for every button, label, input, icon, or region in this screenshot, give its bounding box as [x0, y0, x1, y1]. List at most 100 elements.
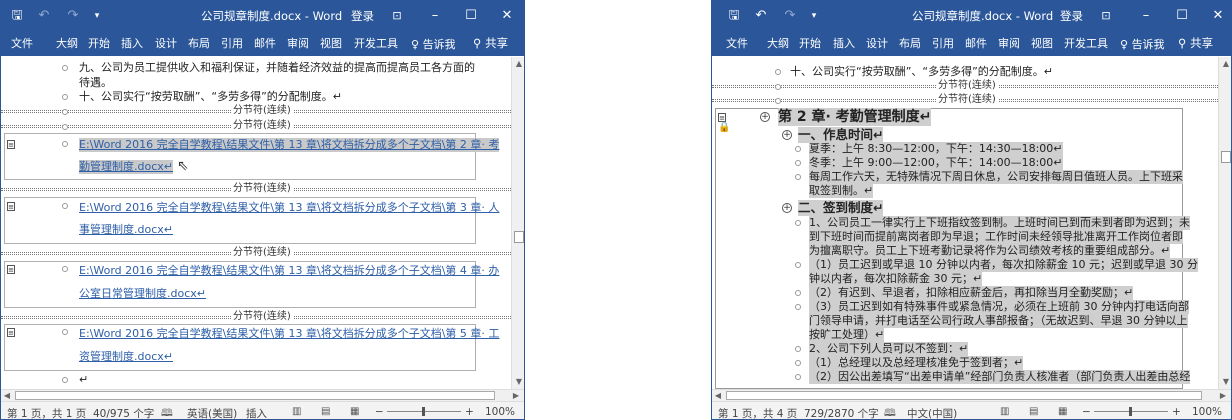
expand-chapter-icon[interactable]: + [760, 112, 770, 122]
redo-icon[interactable]: ↷ [782, 7, 798, 25]
share-button[interactable]: ⚲ 共享 [473, 35, 508, 51]
tell-me-box[interactable]: ♀ 告诉我 [1120, 36, 1165, 52]
page-count[interactable]: 第 1 页，共 4 页 [718, 406, 797, 419]
subdocument-link[interactable]: 事管理制度.docx↵ [79, 223, 173, 237]
ribbon-display-options-icon[interactable]: ⊡ [1096, 6, 1116, 26]
subdocument-link[interactable]: E:\Word 2016 完全自学教程\结果文件\第 13 章\将文档拆分成多个… [79, 201, 499, 215]
outline-bullet[interactable] [62, 329, 68, 335]
zoom-level[interactable]: 100% [485, 406, 515, 418]
tab-developer[interactable]: 开发工具 [1064, 36, 1108, 52]
outline-bullet[interactable] [795, 290, 801, 296]
word-count[interactable]: 40/975 个字 [93, 406, 154, 419]
document-area[interactable]: 十、公司实行“按劳取酬”、“多劳多得”的分配制度。↵ 分节符(连续) 分节符(连… [712, 57, 1218, 389]
web-layout-icon[interactable]: ▦ [350, 406, 359, 417]
scroll-down-icon[interactable]: ▼ [512, 375, 524, 389]
outline-bullet[interactable] [795, 146, 801, 152]
redo-icon[interactable]: ↷ [65, 7, 81, 25]
web-layout-icon[interactable]: ▦ [1058, 406, 1067, 417]
tab-view[interactable]: 视图 [320, 36, 342, 52]
tab-file[interactable]: 文件 [11, 36, 33, 52]
minimize-button[interactable]: – [1136, 6, 1156, 26]
undo-icon[interactable]: ↶ [35, 7, 53, 25]
insert-mode[interactable]: 插入 [246, 406, 267, 419]
page-count[interactable]: 第 1 页，共 1 页 [7, 406, 86, 419]
outline-bullet[interactable] [62, 377, 68, 383]
hscroll-thumb[interactable] [726, 391, 1202, 400]
outline-bullet[interactable] [795, 262, 801, 268]
language[interactable]: 中文(中国) [907, 406, 957, 419]
zoom-in-button[interactable]: + [1172, 406, 1181, 418]
maximize-button[interactable]: ☐ [461, 6, 481, 26]
login-link[interactable]: 登录 [351, 8, 374, 24]
tab-outline[interactable]: 大纲 [56, 36, 78, 52]
tab-design[interactable]: 设计 [866, 36, 888, 52]
zoom-out-button[interactable]: − [375, 406, 384, 418]
outline-bullet[interactable] [795, 374, 801, 380]
read-mode-icon[interactable]: ▥ [292, 406, 301, 417]
maximize-button[interactable]: ☐ [1172, 6, 1192, 26]
minimize-button[interactable]: – [425, 6, 445, 26]
undo-icon[interactable]: ↶ [752, 7, 770, 25]
vertical-scrollbar[interactable]: ▲ ▼ [511, 57, 524, 389]
tab-developer[interactable]: 开发工具 [354, 36, 398, 52]
tab-mailings[interactable]: 邮件 [254, 36, 276, 52]
outline-bullet[interactable] [795, 220, 801, 226]
subdocument-link[interactable]: E:\Word 2016 完全自学教程\结果文件\第 13 章\将文档拆分成多个… [79, 138, 500, 152]
tab-insert[interactable]: 插入 [121, 36, 143, 52]
zoom-in-button[interactable]: + [465, 406, 474, 418]
horizontal-scrollbar[interactable]: ◀ ▶ [1, 389, 524, 401]
outline-bullet[interactable] [62, 141, 68, 147]
quick-access-menu-icon[interactable]: ▾ [808, 7, 820, 25]
tab-home[interactable]: 开始 [88, 36, 110, 52]
zoom-level[interactable]: 100% [1192, 406, 1222, 418]
vertical-scrollbar[interactable]: ▲ ▼ [1218, 57, 1231, 389]
quick-access-menu-icon[interactable]: ▾ [91, 7, 103, 25]
tell-me-box[interactable]: ♀ 告诉我 [411, 36, 456, 52]
scroll-up-icon[interactable]: ▲ [512, 57, 524, 71]
tab-references[interactable]: 引用 [221, 36, 243, 52]
scroll-down-icon[interactable]: ▼ [1219, 375, 1231, 389]
subdocument-icon[interactable]: ≡ [7, 202, 15, 211]
close-button[interactable]: ✕ [497, 6, 517, 26]
subdocument-link[interactable]: E:\Word 2016 完全自学教程\结果文件\第 13 章\将文档拆分成多个… [79, 264, 499, 278]
subdocument-icon[interactable]: ≡ [7, 140, 15, 149]
outline-bullet[interactable] [795, 160, 801, 166]
tab-review[interactable]: 审阅 [998, 36, 1020, 52]
save-icon[interactable]: 🖫 [726, 7, 742, 25]
tab-mailings[interactable]: 邮件 [965, 36, 987, 52]
proofing-icon[interactable]: 🕮 [884, 406, 896, 419]
zoom-slider-knob[interactable] [1129, 407, 1132, 416]
word-count[interactable]: 729/2870 个字 [804, 406, 879, 419]
outline-bullet[interactable] [775, 98, 781, 104]
expand-section-icon[interactable]: + [782, 203, 792, 213]
ribbon-display-options-icon[interactable]: ⊡ [387, 6, 407, 26]
subdocument-link[interactable]: 勤管理制度.docx↵ [79, 160, 173, 174]
save-icon[interactable]: 🖫 [9, 7, 25, 25]
outline-bullet[interactable] [795, 360, 801, 366]
login-link[interactable]: 登录 [1060, 8, 1083, 24]
outline-bullet[interactable] [775, 84, 781, 90]
hscroll-thumb[interactable] [15, 391, 495, 400]
tab-review[interactable]: 审阅 [287, 36, 309, 52]
tab-references[interactable]: 引用 [932, 36, 954, 52]
scroll-thumb[interactable] [514, 231, 524, 243]
expand-section-icon[interactable]: + [782, 130, 792, 140]
tab-file[interactable]: 文件 [726, 36, 748, 52]
zoom-slider-knob[interactable] [422, 407, 425, 416]
outline-bullet[interactable] [62, 266, 68, 272]
tab-home[interactable]: 开始 [799, 36, 821, 52]
read-mode-icon[interactable]: ▥ [1000, 406, 1009, 417]
scroll-up-icon[interactable]: ▲ [1219, 57, 1231, 71]
outline-bullet[interactable] [62, 65, 68, 71]
subdocument-icon[interactable]: ≡ [7, 328, 15, 337]
outline-bullet[interactable] [62, 109, 68, 115]
subdocument-link[interactable]: 公室日常管理制度.docx↵ [79, 287, 206, 301]
print-layout-icon[interactable]: ▤ [321, 406, 330, 417]
proofing-icon[interactable]: 🕮 [161, 406, 173, 419]
close-button[interactable]: ✕ [1208, 6, 1228, 26]
tab-outline[interactable]: 大纲 [767, 36, 789, 52]
zoom-out-button[interactable]: − [1082, 406, 1091, 418]
subdocument-link[interactable]: E:\Word 2016 完全自学教程\结果文件\第 13 章\将文档拆分成多个… [79, 327, 499, 341]
tab-layout[interactable]: 布局 [188, 36, 210, 52]
subdocument-icon[interactable]: ≡ [7, 265, 15, 274]
